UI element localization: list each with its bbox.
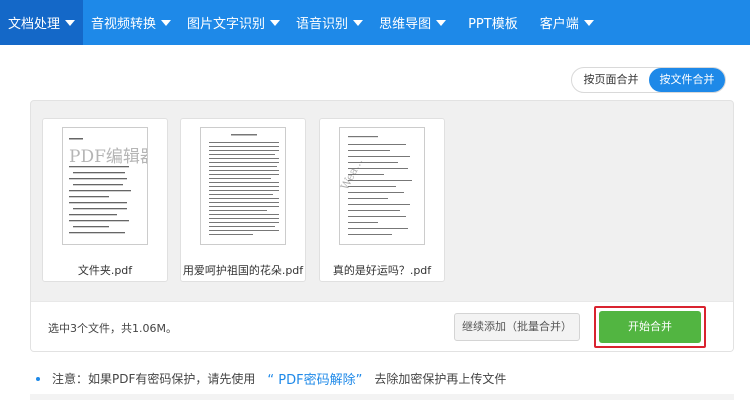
start-merge-button[interactable]: 开始合并 [599, 311, 701, 343]
nav-item-audio-video[interactable]: 音视频转换 [83, 0, 179, 45]
bullet-icon [36, 376, 40, 381]
pdf-thumbnail [200, 127, 286, 245]
caret-down-icon [65, 19, 76, 26]
note-suffix: 去除加密保护再上传文件 [374, 372, 507, 386]
nav-item-image-ocr[interactable]: 图片文字识别 [179, 0, 288, 45]
nav-item-mind-map[interactable]: 思维导图 [371, 0, 454, 45]
nav-item-client[interactable]: 客户端 [532, 0, 602, 45]
file-card[interactable]: Wea... 真的是好运吗？.pdf [319, 118, 445, 282]
merge-mode-toggle: 按页面合并 按文件合并 [571, 67, 726, 93]
watermark-text: PDF编辑器 [69, 147, 147, 167]
file-summary: 选中3个文件，共1.06M。 [48, 322, 177, 335]
file-name: 真的是好运吗？.pdf [332, 264, 432, 277]
nav-item-document-processing[interactable]: 文档处理 [0, 0, 84, 45]
caret-down-icon [161, 19, 172, 26]
caret-down-icon [583, 19, 594, 26]
nav-item-ppt-templates[interactable]: PPT模板 [454, 0, 532, 45]
highlight-frame: 开始合并 [594, 306, 706, 348]
bottom-divider [30, 394, 734, 400]
nav-item-label: 文档处理 [8, 17, 61, 32]
caret-down-icon [353, 19, 364, 26]
nav-item-label: PPT模板 [468, 17, 518, 32]
file-name: 用爱呵护祖国的花朵.pdf [182, 264, 304, 277]
pdf-password-removal-link[interactable]: “ PDF密码解除” [267, 369, 362, 388]
nav-item-label: 思维导图 [379, 17, 432, 32]
top-nav: 文档处理 音视频转换 图片文字识别 语音识别 思维导图 PPT模板 客户端 [0, 0, 750, 45]
nav-item-label: 语音识别 [296, 17, 349, 32]
pdf-thumbnail: PDF编辑器 [62, 127, 148, 245]
panel-action-bar: 选中3个文件，共1.06M。 继续添加（批量合并） 开始合并 [31, 301, 733, 351]
caret-down-icon [270, 19, 281, 26]
nav-item-label: 客户端 [539, 17, 579, 32]
file-card[interactable]: 用爱呵护祖国的花朵.pdf [180, 118, 306, 282]
merge-by-file-button[interactable]: 按文件合并 [649, 68, 725, 92]
nav-item-label: 音视频转换 [91, 17, 157, 32]
file-name: 文件夹.pdf [77, 264, 133, 277]
nav-item-speech-recognition[interactable]: 语音识别 [288, 0, 371, 45]
nav-item-label: 图片文字识别 [187, 17, 266, 32]
pdf-thumbnail: Wea... [339, 127, 425, 245]
caret-down-icon [436, 19, 447, 26]
password-note: 注意：如果PDF有密码保护，请先使用 “ PDF密码解除” 去除加密保护再上传文… [36, 369, 506, 388]
continue-add-button[interactable]: 继续添加（批量合并） [454, 313, 580, 341]
note-prefix: 注意：如果PDF有密码保护，请先使用 [52, 372, 256, 386]
merge-by-page-button[interactable]: 按页面合并 [574, 68, 648, 92]
file-card[interactable]: PDF编辑器 文件夹.pdf [42, 118, 168, 282]
file-list-panel: PDF编辑器 文件夹.pdf [30, 100, 734, 352]
